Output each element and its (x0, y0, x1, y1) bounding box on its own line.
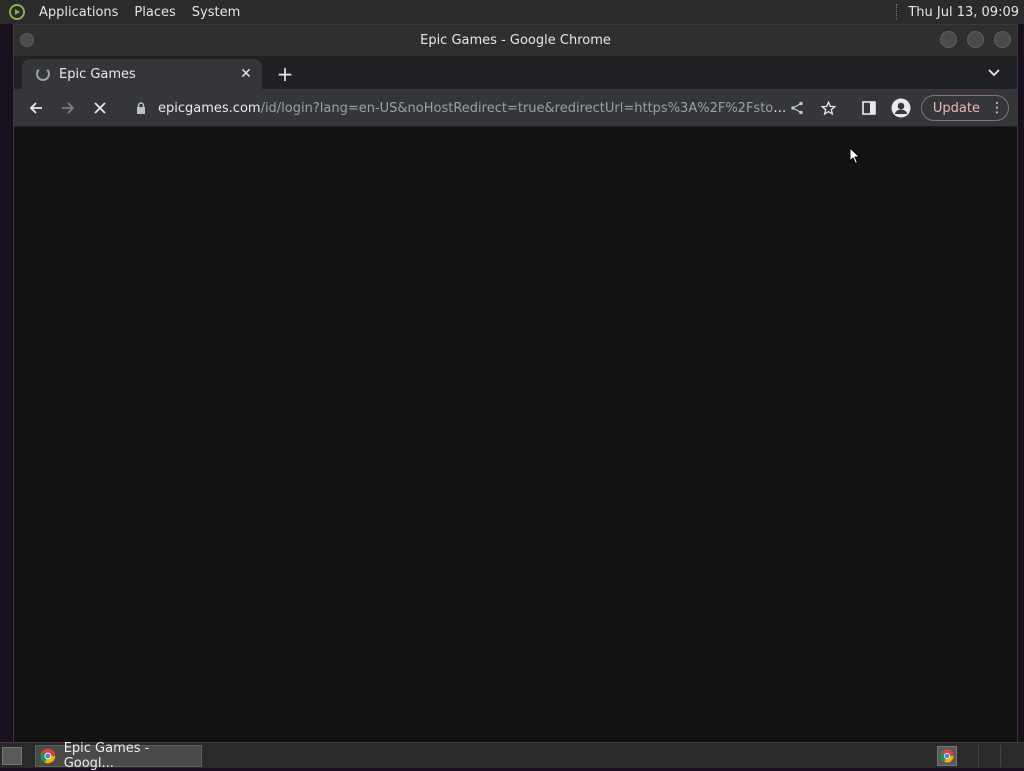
mouse-cursor-icon (849, 147, 861, 165)
url-host: epicgames.com (158, 100, 261, 116)
browser-window: Epic Games - Google Chrome Epic Games ✕ … (13, 24, 1018, 743)
page-content[interactable] (14, 127, 1017, 743)
tray-chrome-icon[interactable] (937, 746, 957, 766)
window-titlebar[interactable]: Epic Games - Google Chrome (14, 25, 1017, 56)
toolbar: epicgames.com/id/login?lang=en-US&noHost… (14, 89, 1017, 127)
system-menu[interactable]: System (187, 0, 245, 24)
lock-icon[interactable] (134, 101, 148, 115)
chrome-icon (40, 748, 56, 764)
distro-logo-icon[interactable] (6, 1, 28, 23)
taskbar-item-chrome[interactable]: Epic Games - Googl... (35, 741, 202, 771)
tab-close-icon[interactable]: ✕ (238, 66, 254, 82)
panel-separator (896, 4, 902, 20)
share-icon[interactable] (783, 94, 811, 122)
taskbar: Epic Games - Googl... (0, 741, 1024, 771)
url-path: /id/login?lang=en-US&noHostRedirect=true… (260, 100, 788, 116)
close-window-button[interactable] (994, 31, 1011, 48)
stop-loading-button[interactable] (86, 94, 114, 122)
window-menu-button[interactable] (20, 33, 34, 47)
applications-menu[interactable]: Applications (34, 0, 123, 24)
bookmark-star-icon[interactable] (815, 94, 843, 122)
tab-strip: Epic Games ✕ + (14, 56, 1017, 89)
tab-title: Epic Games (59, 66, 136, 82)
show-desktop-icon[interactable] (2, 747, 22, 765)
tab-search-chevron-icon[interactable] (985, 64, 1003, 82)
workspace-switcher-2[interactable] (1000, 745, 1022, 767)
taskbar-item-label: Epic Games - Googl... (63, 741, 150, 771)
more-menu-icon[interactable]: ⋮ (990, 101, 1004, 115)
new-tab-button[interactable]: + (274, 62, 296, 86)
places-menu[interactable]: Places (129, 0, 180, 24)
address-bar[interactable]: epicgames.com/id/login?lang=en-US&noHost… (124, 93, 824, 123)
loading-spinner-icon (36, 67, 50, 81)
maximize-button[interactable] (967, 31, 984, 48)
profile-avatar-icon[interactable] (887, 94, 915, 122)
update-label: Update (932, 100, 980, 116)
workspace-switcher-1[interactable] (978, 745, 1000, 767)
minimize-button[interactable] (940, 31, 957, 48)
side-panel-icon[interactable] (855, 94, 883, 122)
update-button[interactable]: Update ⋮ (920, 95, 1009, 121)
forward-button[interactable] (54, 94, 82, 122)
back-button[interactable] (22, 94, 50, 122)
clock[interactable]: Thu Jul 13, 09:09 (908, 5, 1024, 20)
top-panel: Applications Places System Thu Jul 13, 0… (0, 0, 1024, 24)
window-title: Epic Games - Google Chrome (420, 33, 611, 48)
tab-epic-games[interactable]: Epic Games ✕ (22, 59, 262, 89)
